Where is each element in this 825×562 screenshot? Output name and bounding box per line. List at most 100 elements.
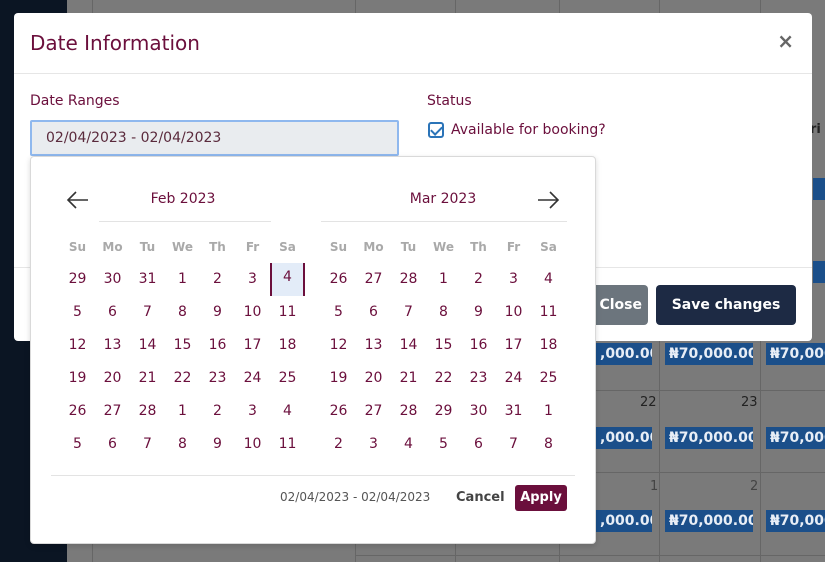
calendar-day[interactable]: 6	[95, 428, 130, 461]
calendar-day[interactable]: 22	[165, 362, 200, 395]
bg-price-pill[interactable]: ₦70,000.00	[665, 427, 753, 449]
calendar-day[interactable]: 8	[165, 296, 200, 329]
calendar-day[interactable]: 8	[165, 428, 200, 461]
calendar-day[interactable]: 3	[496, 263, 531, 296]
calendar-day[interactable]: 8	[531, 428, 566, 461]
calendar-day[interactable]: 28	[391, 263, 426, 296]
calendar-day[interactable]: 17	[496, 329, 531, 362]
calendar-day[interactable]: 9	[200, 296, 235, 329]
calendar-day[interactable]: 13	[95, 329, 130, 362]
calendar-day[interactable]: 7	[391, 296, 426, 329]
bg-price-pill[interactable]: ₦70,000.00	[766, 510, 825, 532]
calendar-day[interactable]: 8	[426, 296, 461, 329]
calendar-day[interactable]: 24	[496, 362, 531, 395]
calendar-day[interactable]: 25	[531, 362, 566, 395]
calendar-day[interactable]: 29	[426, 395, 461, 428]
calendar-day[interactable]: 10	[496, 296, 531, 329]
calendar-day[interactable]: 4	[270, 395, 305, 428]
calendar-day[interactable]: 13	[356, 329, 391, 362]
bg-price-pill[interactable]: ,000.00	[596, 343, 652, 365]
calendar-day[interactable]: 30	[461, 395, 496, 428]
calendar-day[interactable]: 12	[60, 329, 95, 362]
bg-price-pill[interactable]: ₦70,000.00	[766, 343, 825, 365]
calendar-day[interactable]: 12	[321, 329, 356, 362]
calendar-day[interactable]: 25	[270, 362, 305, 395]
calendar-day[interactable]: 1	[426, 263, 461, 296]
calendar-day[interactable]: 27	[356, 263, 391, 296]
calendar-day[interactable]: 14	[391, 329, 426, 362]
calendar-day[interactable]: 30	[95, 263, 130, 296]
calendar-day[interactable]: 19	[321, 362, 356, 395]
calendar-day[interactable]: 3	[235, 263, 270, 296]
calendar-day[interactable]: 29	[60, 263, 95, 296]
calendar-day[interactable]: 5	[60, 296, 95, 329]
calendar-day[interactable]: 28	[130, 395, 165, 428]
calendar-day[interactable]: 14	[130, 329, 165, 362]
calendar-day[interactable]: 2	[200, 263, 235, 296]
calendar-day[interactable]: 4	[391, 428, 426, 461]
calendar-day[interactable]: 5	[321, 296, 356, 329]
calendar-day[interactable]: 20	[95, 362, 130, 395]
calendar-day[interactable]: 23	[461, 362, 496, 395]
calendar-day[interactable]: 4	[531, 263, 566, 296]
date-range-input[interactable]: 02/04/2023 - 02/04/2023	[30, 120, 399, 156]
bg-price-pill[interactable]: ,000.00	[596, 510, 652, 532]
calendar-day[interactable]: 26	[321, 263, 356, 296]
close-icon[interactable]: ×	[777, 29, 794, 53]
calendar-day[interactable]: 6	[461, 428, 496, 461]
calendar-day[interactable]: 24	[235, 362, 270, 395]
available-checkbox[interactable]	[428, 122, 444, 138]
calendar-day[interactable]: 1	[165, 263, 200, 296]
calendar-day[interactable]: 22	[426, 362, 461, 395]
calendar-day[interactable]: 2	[321, 428, 356, 461]
bg-price-pill[interactable]: ₦70,000.00	[665, 343, 753, 365]
calendar-day[interactable]: 31	[496, 395, 531, 428]
calendar-day[interactable]: 9	[461, 296, 496, 329]
calendar-day[interactable]: 23	[200, 362, 235, 395]
calendar-day[interactable]: 11	[531, 296, 566, 329]
calendar-day[interactable]: 3	[356, 428, 391, 461]
picker-apply-button[interactable]: Apply	[515, 485, 567, 511]
calendar-day[interactable]: 27	[95, 395, 130, 428]
calendar-day[interactable]: 11	[270, 428, 305, 461]
bg-price-pill[interactable]: ₦70,000.00	[766, 427, 825, 449]
calendar-day[interactable]: 5	[426, 428, 461, 461]
calendar-day[interactable]: 9	[200, 428, 235, 461]
calendar-day[interactable]: 7	[130, 296, 165, 329]
calendar-day[interactable]: 2	[200, 395, 235, 428]
save-changes-button[interactable]: Save changes	[656, 285, 796, 325]
calendar-day[interactable]: 1	[165, 395, 200, 428]
calendar-day[interactable]: 5	[60, 428, 95, 461]
picker-cancel-button[interactable]: Cancel	[456, 490, 505, 505]
calendar-day[interactable]: 21	[130, 362, 165, 395]
calendar-day[interactable]: 20	[356, 362, 391, 395]
calendar-day[interactable]: 15	[426, 329, 461, 362]
calendar-day[interactable]: 6	[95, 296, 130, 329]
calendar-day[interactable]: 7	[496, 428, 531, 461]
calendar-day[interactable]: 10	[235, 428, 270, 461]
calendar-day[interactable]: 21	[391, 362, 426, 395]
calendar-day[interactable]: 1	[531, 395, 566, 428]
calendar-day[interactable]: 26	[321, 395, 356, 428]
calendar-day[interactable]: 6	[356, 296, 391, 329]
calendar-day[interactable]: 27	[356, 395, 391, 428]
calendar-day[interactable]: 15	[165, 329, 200, 362]
available-for-booking-label[interactable]: Available for booking?	[451, 122, 606, 138]
calendar-day[interactable]: 26	[60, 395, 95, 428]
bg-price-pill[interactable]: ,000.00	[596, 427, 652, 449]
arrow-left-icon[interactable]	[65, 187, 91, 213]
calendar-day[interactable]: 17	[235, 329, 270, 362]
calendar-day[interactable]: 31	[130, 263, 165, 296]
calendar-day[interactable]: 18	[531, 329, 566, 362]
calendar-day[interactable]: 16	[461, 329, 496, 362]
calendar-day[interactable]: 2	[461, 263, 496, 296]
calendar-day[interactable]: 19	[60, 362, 95, 395]
arrow-right-icon[interactable]	[535, 187, 561, 213]
calendar-day[interactable]: 4	[270, 263, 305, 296]
calendar-day[interactable]: 18	[270, 329, 305, 362]
calendar-day[interactable]: 16	[200, 329, 235, 362]
calendar-day[interactable]: 3	[235, 395, 270, 428]
calendar-day[interactable]: 10	[235, 296, 270, 329]
calendar-day[interactable]: 28	[391, 395, 426, 428]
calendar-day[interactable]: 7	[130, 428, 165, 461]
